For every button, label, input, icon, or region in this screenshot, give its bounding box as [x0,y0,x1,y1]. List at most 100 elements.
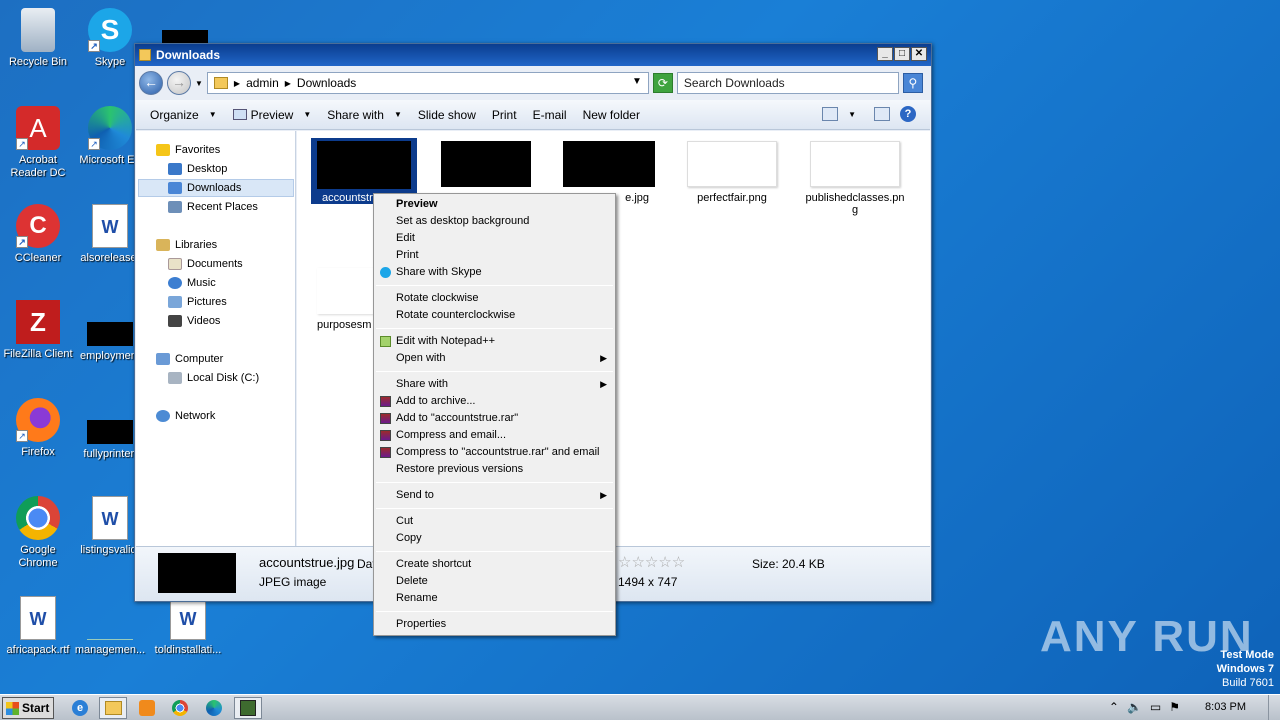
submenu-arrow-icon: ▶ [600,490,607,500]
minimize-button[interactable]: _ [877,47,893,61]
new-folder-button[interactable]: New folder [583,108,640,122]
file-item-perfectfair[interactable]: perfectfair.png [682,141,782,204]
menu-item-create-shortcut[interactable]: Create shortcut [376,556,613,573]
show-desktop-button[interactable] [1268,695,1280,720]
image-thumbnail [810,141,900,187]
menu-item-rotate-clockwise[interactable]: Rotate clockwise [376,290,613,307]
menu-item-edit[interactable]: Edit [376,230,613,247]
menu-item-cut[interactable]: Cut [376,513,613,530]
menu-item-set-desktop-background[interactable]: Set as desktop background [376,213,613,230]
window-titlebar[interactable]: Downloads _ □ ✕ [135,44,931,66]
rating-stars[interactable]: ☆☆☆☆☆ [618,553,685,571]
help-icon[interactable]: ? [900,106,916,122]
menu-item-share-with[interactable]: Share with ▶ [376,376,613,393]
network-icon[interactable]: ▭ [1150,700,1161,714]
menu-item-delete[interactable]: Delete [376,573,613,590]
nav-local-disk[interactable]: Local Disk (C:) [168,369,259,387]
address-row: ← → ▼ ▶ admin ▶ Downloads ▼ ⟳ Search Dow… [139,70,927,96]
menu-item-compress-to-rar-and-email[interactable]: Compress to "accountstrue.rar" and email [376,444,613,461]
taskbar-edge[interactable] [200,697,228,719]
preview-button[interactable]: Preview ▼ [232,108,311,122]
menu-item-add-to-archive[interactable]: Add to archive... [376,393,613,410]
shortcut-arrow-icon: ↗ [88,40,100,52]
address-dropdown-icon[interactable]: ▼ [632,76,642,87]
nav-favorites[interactable]: Favorites [156,141,220,159]
forward-button[interactable]: → [167,71,191,95]
ccleaner-icon: C ↗ [16,204,60,248]
address-bar[interactable]: ▶ admin ▶ Downloads ▼ [206,72,649,94]
menu-item-compress-and-email[interactable]: Compress and email... [376,427,613,444]
file-item-purposes[interactable]: purposesm [317,268,381,331]
desktop-icon-recycle-bin[interactable]: Recycle Bin [0,8,76,69]
menu-item-properties[interactable]: Properties [376,616,613,633]
desktop-icon-chrome[interactable]: Google Chrome [0,496,76,570]
view-options-icon[interactable] [822,107,839,121]
search-input[interactable]: Search Downloads [676,72,899,94]
menu-item-rename[interactable]: Rename [376,590,613,607]
menu-item-edit-with-notepad-plus-plus[interactable]: Edit with Notepad++ [376,333,613,350]
print-button[interactable]: Print [492,108,517,122]
nav-libraries[interactable]: Libraries [156,236,217,254]
desktop-icon-ccleaner[interactable]: C ↗ CCleaner [0,204,76,265]
taskbar-media-player[interactable] [133,697,161,719]
breadcrumb-downloads[interactable]: Downloads [297,76,356,90]
search-button[interactable]: ⚲ [902,73,923,93]
menu-item-rotate-counterclockwise[interactable]: Rotate counterclockwise [376,307,613,324]
nav-music[interactable]: Music [168,274,216,292]
slide-show-button[interactable]: Slide show [418,108,476,122]
nav-computer[interactable]: Computer [156,350,223,368]
nav-downloads[interactable]: Downloads [138,179,294,197]
new-folder-label: New folder [582,107,640,122]
menu-item-share-with-skype[interactable]: Share with Skype [376,264,613,281]
organize-button[interactable]: Organize ▼ [150,108,217,122]
desktop-icon-management[interactable]: managemen... [72,596,148,657]
menu-item-label: Send to [396,489,434,501]
skype-icon: S ↗ [88,8,132,52]
recent-pages-dropdown-icon[interactable]: ▼ [195,79,203,88]
menu-item-open-with[interactable]: Open with ▶ [376,350,613,367]
menu-item-copy[interactable]: Copy [376,530,613,547]
desktop-icon-firefox[interactable]: ↗ Firefox [0,398,76,459]
menu-item-add-to-rar[interactable]: Add to "accountstrue.rar" [376,410,613,427]
action-center-flag-icon[interactable]: ⚑ [1169,700,1180,714]
breadcrumb-admin[interactable]: admin [246,76,279,90]
nav-recent-places[interactable]: Recent Places [168,198,258,216]
preview-pane-icon[interactable] [874,107,890,121]
taskbar-app[interactable] [234,697,262,719]
menu-item-restore-previous-versions[interactable]: Restore previous versions [376,461,613,478]
show-hidden-icons-icon[interactable]: ⌃ [1109,700,1119,714]
taskbar-explorer[interactable] [99,697,127,719]
maximize-button[interactable]: □ [894,47,910,61]
file-item-2[interactable] [441,141,531,187]
file-item-publishedclasses[interactable]: publishedclasses.png [805,141,905,216]
desktop-icon-africapack[interactable]: W africapack.rtf [0,596,76,657]
taskbar-ie[interactable]: e [66,697,94,719]
nav-pictures[interactable]: Pictures [168,293,227,311]
back-button[interactable]: ← [139,71,163,95]
nav-network[interactable]: Network [156,407,215,425]
nav-documents[interactable]: Documents [168,255,243,273]
nav-desktop[interactable]: Desktop [168,160,227,178]
breadcrumb-separator-icon[interactable]: ▶ [234,79,240,88]
menu-item-print[interactable]: Print [376,247,613,264]
desktop-icon-acrobat[interactable]: A ↗ Acrobat Reader DC [0,106,76,180]
refresh-button[interactable]: ⟳ [652,73,673,93]
nav-label: Libraries [175,239,218,251]
clock[interactable]: 8:03 PM [1205,701,1246,713]
menu-item-preview[interactable]: Preview [376,196,613,213]
menu-item-send-to[interactable]: Send to ▶ [376,487,613,504]
network-icon [156,410,170,422]
close-button[interactable]: ✕ [911,47,927,61]
nav-videos[interactable]: Videos [168,312,220,330]
volume-icon[interactable]: 🔈 [1127,700,1142,714]
email-button[interactable]: E-mail [533,108,567,122]
start-button[interactable]: Start [2,697,54,719]
share-with-button[interactable]: Share with ▼ [327,108,402,122]
desktop-icon-filezilla[interactable]: Z FileZilla Client [0,300,76,361]
chevron-down-icon[interactable]: ▼ [848,110,856,119]
image-thumbnail [317,268,373,314]
breadcrumb-separator-icon[interactable]: ▶ [285,79,291,88]
taskbar-chrome[interactable] [166,697,194,719]
image-thumbnail [317,141,411,189]
desktop-icon-toldinstallation[interactable]: W toldinstallati... [150,596,226,657]
